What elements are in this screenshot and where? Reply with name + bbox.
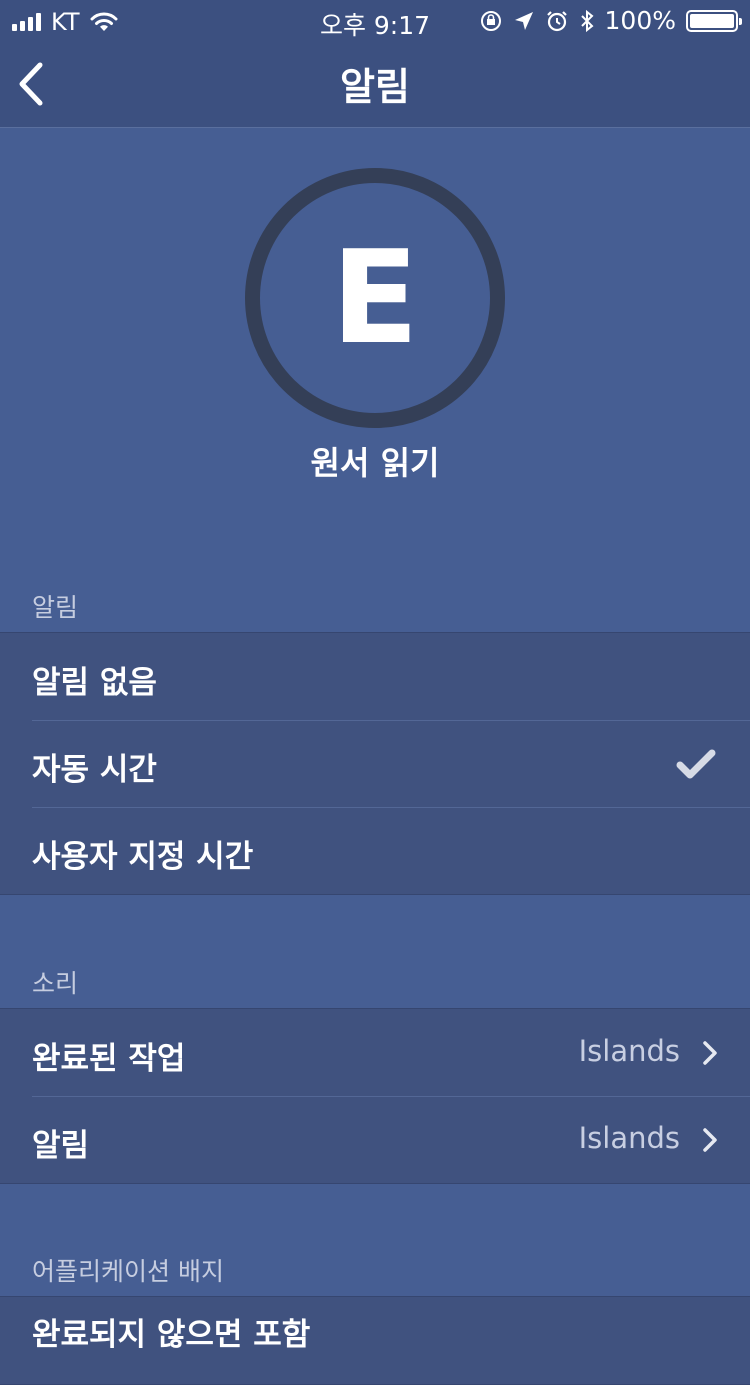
option-label: 완료되지 않으면 포함 xyxy=(32,1317,311,1353)
battery-percent: 100% xyxy=(604,6,676,35)
option-no-notification[interactable]: 알림 없음 xyxy=(0,633,750,720)
status-bar: KT 오후 9:17 100% xyxy=(0,0,750,40)
battery-level xyxy=(690,13,734,28)
alarm-icon xyxy=(546,10,567,31)
location-icon xyxy=(514,11,533,30)
sound-options: 완료된 작업 Islands 알림 Islands xyxy=(0,1008,750,1184)
option-custom-time[interactable]: 사용자 지정 시간 xyxy=(0,807,750,894)
page-title: 알림 xyxy=(340,65,410,109)
habit-icon-ring: E xyxy=(245,168,505,428)
checkmark-icon xyxy=(676,749,716,779)
sound-completed-task[interactable]: 완료된 작업 Islands xyxy=(0,1009,750,1096)
section-header-badge: 어플리케이션 배지 xyxy=(32,1257,224,1286)
option-auto-time[interactable]: 자동 시간 xyxy=(0,720,750,807)
battery-icon xyxy=(686,9,742,32)
option-label: 완료된 작업 xyxy=(32,1041,186,1077)
option-label: 자동 시간 xyxy=(32,752,157,788)
status-right: 100% xyxy=(479,6,742,35)
option-label: 사용자 지정 시간 xyxy=(32,839,254,875)
bluetooth-icon xyxy=(580,9,594,32)
section-header-notification: 알림 xyxy=(32,593,79,622)
section-header-sound: 소리 xyxy=(32,969,79,998)
notification-options: 알림 없음 자동 시간 사용자 지정 시간 xyxy=(0,632,750,895)
navigation-bar: 알림 xyxy=(0,40,750,128)
chevron-right-icon xyxy=(703,1128,717,1152)
habit-header: E 원서 읽기 xyxy=(0,128,750,538)
sound-notification[interactable]: 알림 Islands xyxy=(0,1096,750,1183)
badge-include-incomplete[interactable]: 완료되지 않으면 포함 xyxy=(0,1297,750,1384)
habit-name: 원서 읽기 xyxy=(310,444,440,482)
rotation-lock-icon xyxy=(480,10,501,31)
chevron-right-icon xyxy=(703,1041,717,1065)
sound-value: Islands xyxy=(578,1034,680,1068)
habit-letter: E xyxy=(331,223,419,373)
option-label: 알림 없음 xyxy=(32,665,157,701)
sound-value: Islands xyxy=(578,1121,680,1155)
option-label: 알림 xyxy=(32,1128,90,1164)
badge-options: 완료되지 않으면 포함 xyxy=(0,1296,750,1385)
